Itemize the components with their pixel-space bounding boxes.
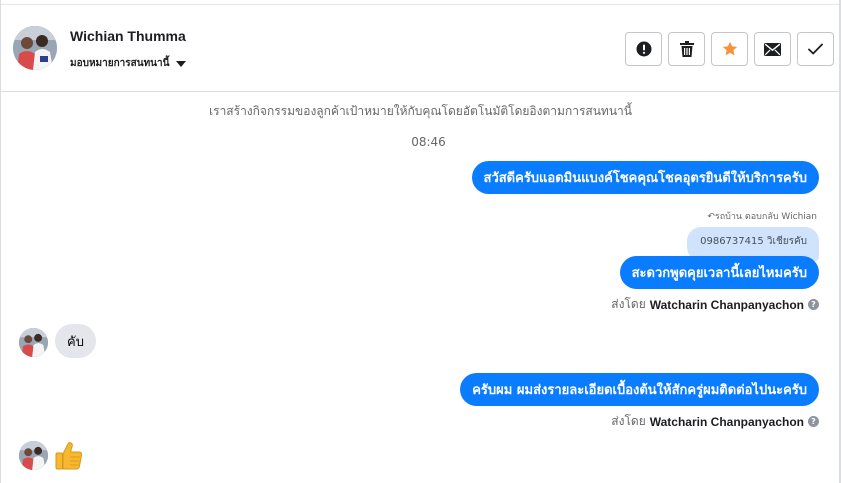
sender-name[interactable]: Watcharin Chanpanyachon xyxy=(650,415,804,429)
sent-by-line: ส่งโดย Watcharin Chanpanyachon ? xyxy=(611,295,819,314)
message-time: 08:46 xyxy=(411,135,446,149)
mark-done-button[interactable] xyxy=(797,32,834,66)
header-actions xyxy=(625,32,834,66)
system-activity-note: เราสร้างกิจกรรมของลูกค้าเป้าหมายให้กับคุ… xyxy=(209,104,632,118)
help-icon[interactable]: ? xyxy=(808,416,819,427)
sender-name[interactable]: Watcharin Chanpanyachon xyxy=(650,298,804,312)
outgoing-message-bubble[interactable]: สะดวกพูดคุยเวลานี้เลยไหมครับ xyxy=(619,256,819,289)
contact-avatar-small[interactable] xyxy=(19,328,48,357)
caret-down-icon xyxy=(176,60,187,67)
incoming-message-bubble[interactable]: คับ xyxy=(55,324,96,358)
help-icon[interactable]: ? xyxy=(808,299,819,310)
star-button[interactable] xyxy=(711,32,748,66)
check-icon xyxy=(808,43,823,55)
sent-by-prefix: ส่งโดย xyxy=(611,297,646,311)
sent-by-line: ส่งโดย Watcharin Chanpanyachon ? xyxy=(611,412,819,431)
header-top-strip xyxy=(1,0,839,5)
mark-unread-button[interactable] xyxy=(754,32,791,66)
report-button[interactable] xyxy=(625,32,662,66)
trash-icon xyxy=(679,41,694,57)
thumbs-up-icon[interactable] xyxy=(55,441,83,471)
envelope-icon xyxy=(764,42,781,56)
contact-avatar[interactable] xyxy=(13,26,57,70)
conversation-header: Wichian Thumma มอบหมายการสนทนานี้ xyxy=(1,0,839,92)
outgoing-message-bubble[interactable]: สวัสดีครับแอดมินแบงค์โชคคุณโชคอุตรยินดีใ… xyxy=(471,161,819,194)
contact-avatar-small[interactable] xyxy=(19,441,48,470)
outgoing-message-bubble[interactable]: ครับผม ผมส่งรายละเอียดเบื้องต้นให้สักครู… xyxy=(460,373,819,406)
alert-circle-icon xyxy=(636,41,651,57)
star-icon xyxy=(722,41,737,56)
contact-name[interactable]: Wichian Thumma xyxy=(70,28,186,44)
sent-by-prefix: ส่งโดย xyxy=(611,414,646,428)
reply-reference-label: ↶รถบ้าน ตอบกลับ Wichian xyxy=(707,212,817,222)
assign-conversation-label: มอบหมายการสนทนานี้ xyxy=(70,58,170,69)
delete-button[interactable] xyxy=(668,32,705,66)
assign-conversation-dropdown[interactable]: มอบหมายการสนทนานี้ xyxy=(70,56,187,71)
